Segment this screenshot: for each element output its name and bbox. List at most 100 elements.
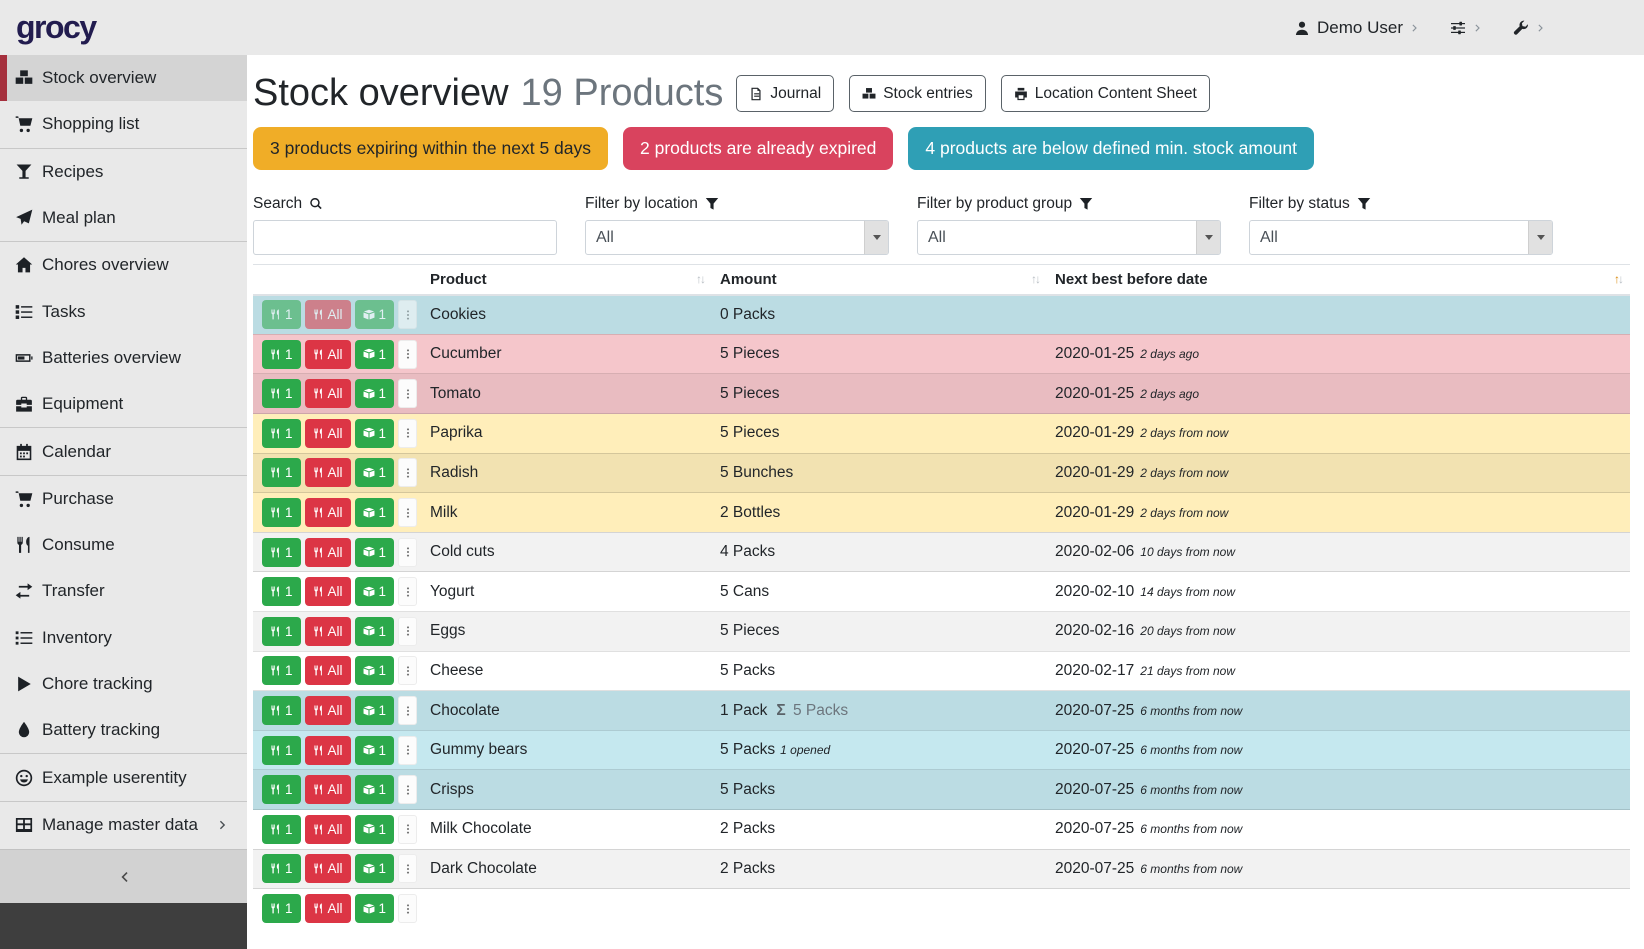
consume-all-button[interactable]: All [305,379,351,408]
app-logo[interactable]: grocy [16,9,96,46]
next-best-before-date-column-header[interactable]: Next best before date ↑↓ [1047,264,1630,295]
open-one-button[interactable]: 1 [355,379,395,408]
row-menu-button[interactable] [398,854,417,883]
journal-button[interactable]: Journal [736,75,834,112]
consume-all-button[interactable]: All [305,696,351,725]
open-one-button[interactable]: 1 [355,854,395,883]
consume-all-button[interactable]: All [305,617,351,646]
sidebar-item-tasks[interactable]: Tasks [0,288,247,334]
consume-one-button[interactable]: 1 [262,538,301,567]
amount-cell: 5 Cans [712,572,1047,612]
consume-one-button[interactable]: 1 [262,419,301,448]
open-one-button[interactable]: 1 [355,577,395,606]
row-menu-button[interactable] [398,894,417,923]
sidebar-item-inventory[interactable]: Inventory [0,615,247,661]
row-menu-button[interactable] [398,419,417,448]
row-menu-button[interactable] [398,617,417,646]
row-menu-button[interactable] [398,498,417,527]
consume-one-button[interactable]: 1 [262,696,301,725]
consume-all-button[interactable]: All [305,419,351,448]
open-one-button[interactable]: 1 [355,656,395,685]
sidebar-item-recipes[interactable]: Recipes [0,149,247,195]
status-alert[interactable]: 4 products are below defined min. stock … [908,127,1314,170]
open-one-button[interactable]: 1 [355,538,395,567]
consume-one-button[interactable]: 1 [262,379,301,408]
open-one-button[interactable]: 1 [355,458,395,487]
settings-menu[interactable] [1450,20,1483,36]
row-menu-button[interactable] [398,696,417,725]
consume-one-button[interactable]: 1 [262,458,301,487]
open-one-button[interactable]: 1 [355,815,395,844]
consume-one-button[interactable]: 1 [262,340,301,369]
consume-all-button[interactable]: All [305,775,351,804]
stock-entries-button[interactable]: Stock entries [849,75,986,112]
consume-all-button[interactable]: All [305,815,351,844]
consume-one-button[interactable]: 1 [262,736,301,765]
consume-all-button[interactable]: All [305,656,351,685]
row-menu-button[interactable] [398,340,417,369]
sidebar-item-meal-plan[interactable]: Meal plan [0,195,247,241]
row-menu-button[interactable] [398,300,417,329]
sidebar-item-batteries-overview[interactable]: Batteries overview [0,335,247,381]
row-menu-button[interactable] [398,736,417,765]
consume-all-button[interactable]: All [305,458,351,487]
sidebar-item-example-userentity[interactable]: Example userentity [0,754,247,800]
consume-all-button[interactable]: All [305,894,351,923]
consume-one-button[interactable]: 1 [262,656,301,685]
consume-one-button[interactable]: 1 [262,577,301,606]
amount-column-header[interactable]: Amount ↑↓ [712,264,1047,295]
consume-one-button[interactable]: 1 [262,854,301,883]
consume-one-button[interactable]: 1 [262,617,301,646]
product-column-header[interactable]: Product ↑↓ [422,264,712,295]
consume-one-button[interactable]: 1 [262,300,301,329]
consume-one-button[interactable]: 1 [262,498,301,527]
row-menu-button[interactable] [398,656,417,685]
location-content-sheet-button[interactable]: Location Content Sheet [1001,75,1210,112]
sidebar-item-equipment[interactable]: Equipment [0,381,247,427]
product-group-select[interactable]: All [917,220,1221,255]
sidebar-item-shopping-list[interactable]: Shopping list [0,101,247,147]
search-input[interactable] [253,220,557,255]
consume-one-button[interactable]: 1 [262,775,301,804]
row-menu-button[interactable] [398,538,417,567]
row-menu-button[interactable] [398,815,417,844]
row-menu-button[interactable] [398,775,417,804]
sidebar-collapse-button[interactable] [0,849,247,903]
consume-all-button[interactable]: All [305,300,351,329]
sidebar-item-stock-overview[interactable]: Stock overview [0,55,247,101]
location-select[interactable]: All [585,220,889,255]
consume-all-button[interactable]: All [305,577,351,606]
consume-one-button[interactable]: 1 [262,894,301,923]
status-alert[interactable]: 3 products expiring within the next 5 da… [253,127,608,170]
consume-all-button[interactable]: All [305,538,351,567]
open-one-button[interactable]: 1 [355,775,395,804]
sidebar-item-transfer[interactable]: Transfer [0,568,247,614]
sidebar-item-calendar[interactable]: Calendar [0,428,247,474]
consume-all-button[interactable]: All [305,854,351,883]
row-menu-button[interactable] [398,577,417,606]
open-one-button[interactable]: 1 [355,300,395,329]
consume-one-button[interactable]: 1 [262,815,301,844]
open-one-button[interactable]: 1 [355,419,395,448]
sidebar-item-battery-tracking[interactable]: Battery tracking [0,707,247,753]
status-alert[interactable]: 2 products are already expired [623,127,893,170]
row-menu-button[interactable] [398,379,417,408]
open-one-button[interactable]: 1 [355,498,395,527]
consume-all-button[interactable]: All [305,340,351,369]
open-one-button[interactable]: 1 [355,894,395,923]
open-one-button[interactable]: 1 [355,617,395,646]
consume-all-button[interactable]: All [305,498,351,527]
row-menu-button[interactable] [398,458,417,487]
open-one-button[interactable]: 1 [355,696,395,725]
admin-menu[interactable] [1513,20,1546,36]
consume-all-button[interactable]: All [305,736,351,765]
open-one-button[interactable]: 1 [355,340,395,369]
status-select[interactable]: All [1249,220,1553,255]
sidebar-item-chores-overview[interactable]: Chores overview [0,242,247,288]
sidebar-item-chore-tracking[interactable]: Chore tracking [0,661,247,707]
user-menu[interactable]: Demo User [1294,18,1420,38]
sidebar-item-manage-master-data[interactable]: Manage master data [0,802,247,848]
sidebar-item-purchase[interactable]: Purchase [0,476,247,522]
sidebar-item-consume[interactable]: Consume [0,522,247,568]
open-one-button[interactable]: 1 [355,736,395,765]
